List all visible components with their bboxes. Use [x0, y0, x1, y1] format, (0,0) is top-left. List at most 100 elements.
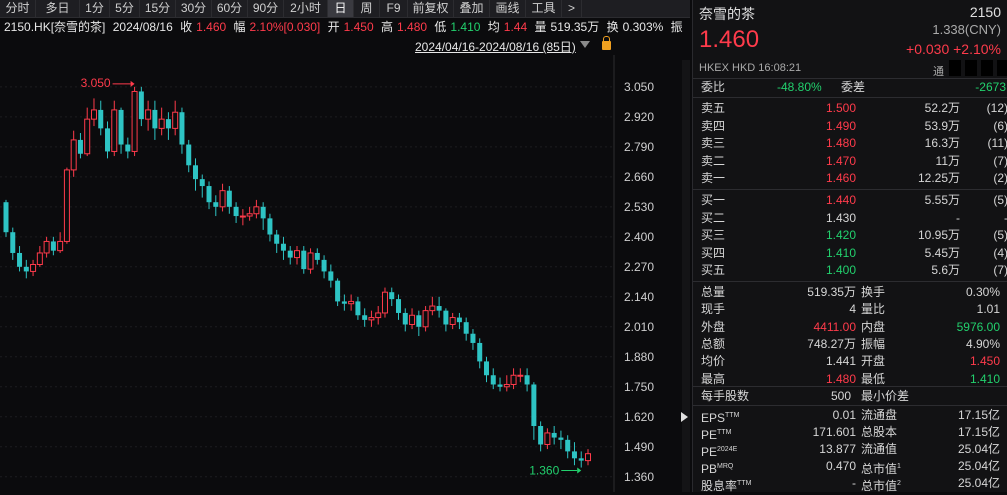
candle-body [314, 252, 320, 260]
chevron-down-icon[interactable] [580, 41, 590, 48]
high-label: 高 [381, 20, 394, 34]
stat-value: 4.90% [965, 336, 1000, 351]
candle-body [77, 139, 83, 154]
candle-body [17, 252, 23, 267]
candle-body [571, 451, 577, 459]
stat-label: 换手 [861, 285, 886, 299]
bid-price: 1.400 [825, 263, 856, 277]
candle-body [118, 109, 124, 145]
period-tab[interactable]: > [562, 0, 582, 17]
webi-row: 委比 -48.80% 委差 -2673 [693, 79, 1007, 96]
stat-label: 开盘 [861, 354, 886, 369]
period-tab[interactable]: 前复权 [408, 0, 454, 17]
candle-body [145, 109, 152, 120]
bid-level-label: 买五 [701, 263, 726, 277]
bid-orders: (4) [993, 245, 1007, 260]
candle-body [158, 118, 165, 129]
bid-level-label: 买一 [701, 193, 726, 207]
stat-value: 519.35万 [807, 285, 856, 299]
candle-body [477, 342, 483, 362]
stat-value: 5976.00 [956, 319, 1000, 334]
price-tick-label: 3.050 [624, 80, 654, 94]
webi-label: 委比 [701, 80, 726, 94]
period-tab[interactable]: 日 [328, 0, 354, 17]
period-tab[interactable]: 60分 [212, 0, 248, 17]
period-tab[interactable]: 90分 [248, 0, 284, 17]
candle-body [219, 190, 226, 208]
ask-price: 1.490 [825, 118, 856, 133]
fund-label: 股息率TTM [701, 479, 752, 493]
candle-body [3, 202, 9, 233]
ask-price: 1.470 [825, 153, 856, 168]
stat-label: 外盘 [701, 319, 726, 334]
stock-code-right: 2150 [969, 4, 1001, 20]
info-date: 2024/08/16 [112, 20, 173, 34]
candle-body [105, 128, 111, 152]
low-label: 低 [434, 20, 447, 34]
candle-body [463, 322, 469, 334]
turn-label: 换 [606, 20, 619, 34]
stock-name: 奈雪的茶 [699, 6, 755, 22]
period-tab[interactable]: 叠加 [454, 0, 490, 17]
expand-panel-arrow-icon[interactable] [681, 412, 688, 422]
vol-label: 量 [534, 20, 547, 34]
candle-body [456, 317, 462, 323]
fund-row: EPSTTM 0.01 流通盘 17.15亿 [693, 407, 1007, 425]
candle-body [84, 118, 91, 155]
stat-row: 总量 519.35万 换手 0.30% [693, 284, 1007, 301]
stat-value: 4411.00 [813, 319, 857, 334]
candle-body [396, 299, 402, 313]
fund-value: 171.601 [812, 425, 856, 439]
candle-body [422, 310, 429, 328]
candle-body [321, 259, 327, 272]
fund-row: PBMRQ 0.470 总市值1 25.04亿 [693, 458, 1007, 476]
candle-body [165, 119, 171, 129]
fund-value: 13.877 [819, 442, 856, 456]
period-tab[interactable]: 多日 [36, 0, 80, 17]
candle-body [260, 206, 266, 219]
vol-value: 519.35万 [550, 20, 600, 34]
price-tick-label: 2.920 [624, 110, 654, 124]
candle-body [50, 241, 56, 251]
stat-row: 总额 748.27万 振幅 4.90% [693, 336, 1007, 353]
ask-row: 卖五 1.500 52.2万 (12) [693, 100, 1007, 117]
period-tab[interactable]: 30分 [176, 0, 212, 17]
candle-body [368, 317, 375, 321]
candle-body [274, 234, 280, 244]
period-tab[interactable]: 工具 [526, 0, 562, 17]
bid-orders: (5) [993, 193, 1007, 207]
stat-label: 最低 [861, 371, 886, 386]
close-label: 收 [180, 20, 193, 34]
stat-label: 均价 [701, 354, 726, 369]
date-range-selector[interactable]: 2024/04/16-2024/08/16 (85日) [415, 38, 576, 55]
stat-label: 总额 [701, 336, 726, 351]
avg-label: 均 [487, 20, 500, 34]
candle-body [443, 310, 449, 325]
ask-volume: 53.9万 [924, 118, 960, 133]
divider [693, 189, 1007, 190]
high-value: 1.480 [397, 20, 428, 34]
period-tab[interactable]: 1分 [80, 0, 110, 17]
status-block [949, 60, 961, 76]
period-tab[interactable]: 分时 [0, 0, 36, 17]
candle-body [335, 280, 341, 302]
candlestick-chart[interactable]: 3.050 2.920 2.790 2.660 2.530 2.400 2.270 2.140… [0, 55, 680, 492]
period-tab[interactable]: 5分 [110, 0, 140, 17]
period-tab[interactable]: 画线 [490, 0, 526, 17]
candle-body [233, 206, 239, 217]
divider [693, 386, 1007, 387]
period-tab[interactable]: F9 [380, 0, 408, 17]
stat-label: 内盘 [861, 319, 886, 334]
period-tab[interactable]: 周 [354, 0, 380, 17]
bid-orders: (5) [993, 228, 1007, 242]
candle-body [416, 315, 422, 327]
scrollbar[interactable] [682, 60, 690, 492]
lock-icon[interactable] [602, 36, 611, 50]
period-tab[interactable]: 15分 [140, 0, 176, 17]
period-tab[interactable]: 2小时 [284, 0, 328, 17]
fund-value: 17.15亿 [957, 408, 1000, 422]
divider [693, 281, 1007, 282]
ask-volume: 52.2万 [924, 101, 960, 115]
open-label: 开 [327, 20, 340, 34]
webi-value: -48.80% [777, 80, 822, 94]
